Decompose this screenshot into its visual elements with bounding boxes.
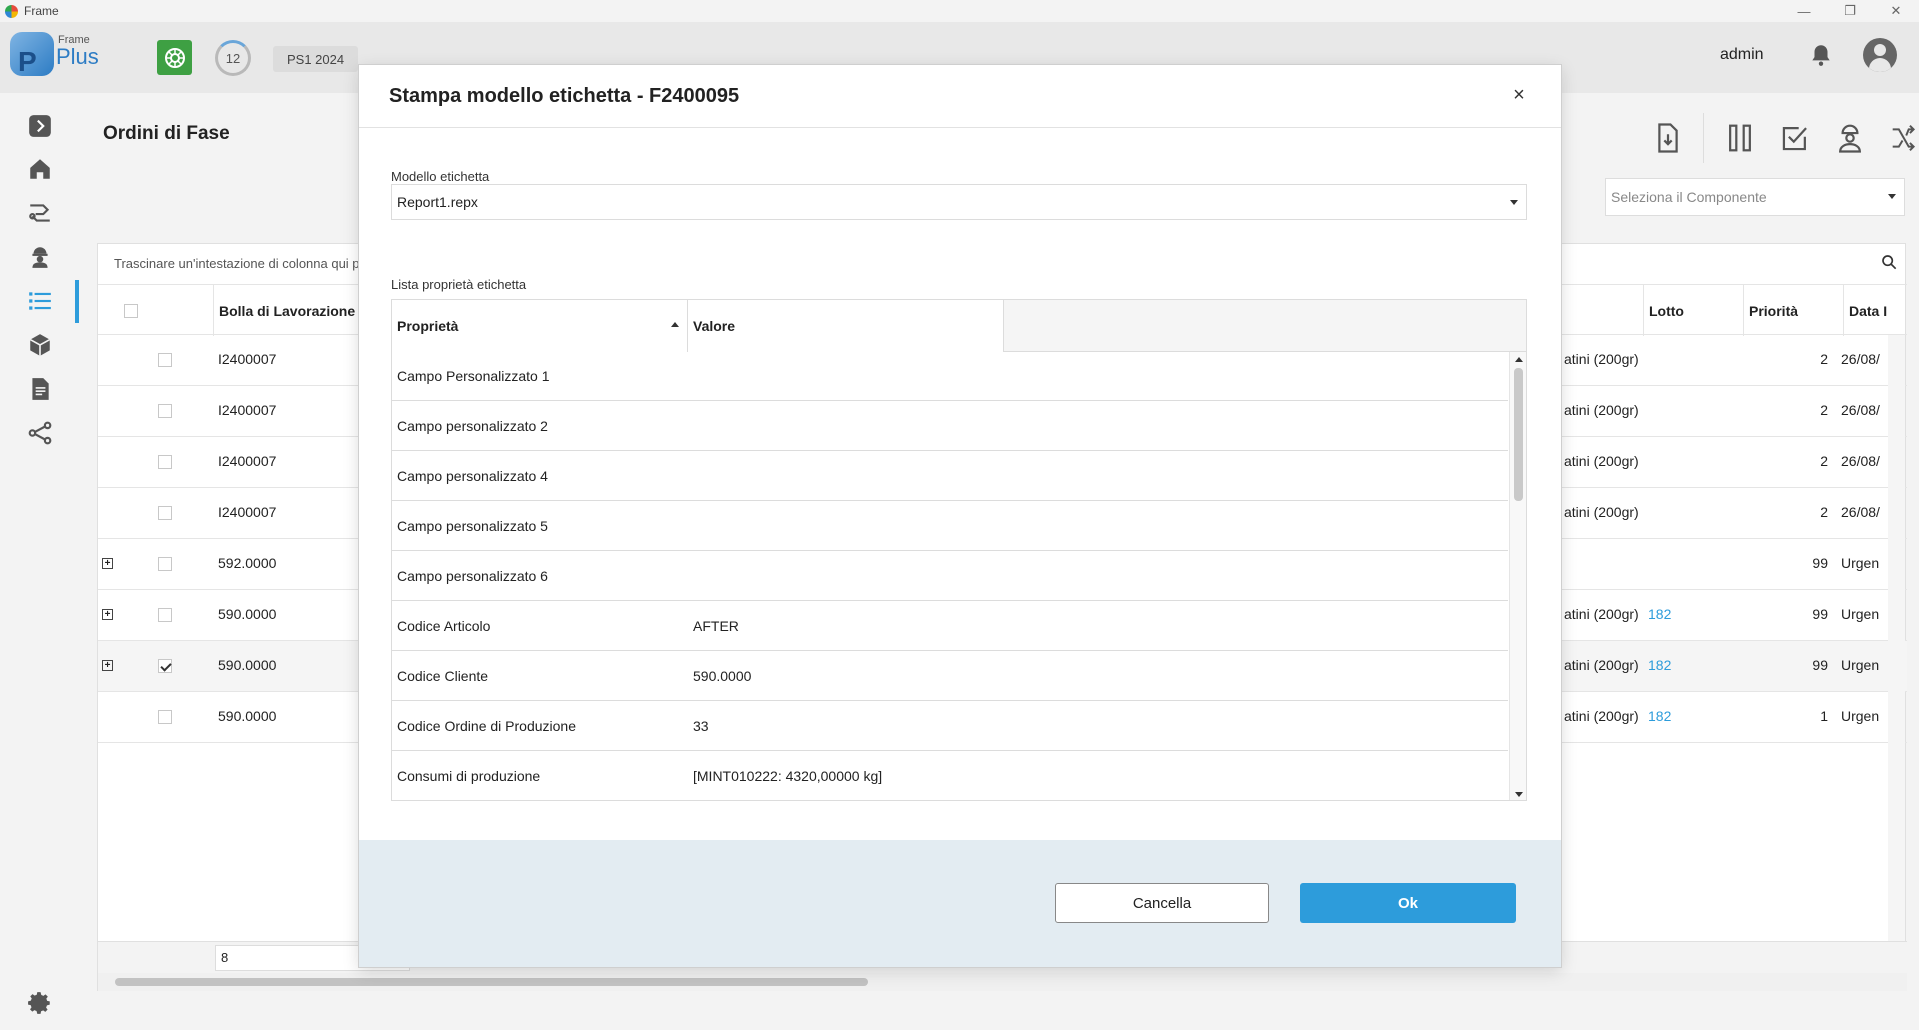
property-name: Codice Ordine di Produzione bbox=[397, 718, 576, 734]
sort-ascending-icon bbox=[671, 322, 679, 327]
property-name: Campo Personalizzato 1 bbox=[397, 368, 550, 384]
scroll-up-icon[interactable] bbox=[1515, 357, 1523, 362]
property-value[interactable]: [MINT010222: 4320,00000 kg] bbox=[693, 768, 882, 784]
property-row[interactable]: Campo Personalizzato 1 bbox=[392, 352, 1508, 401]
property-row[interactable]: Codice Articolo AFTER bbox=[392, 602, 1508, 651]
property-row[interactable]: Codice Cliente 590.0000 bbox=[392, 652, 1508, 701]
close-icon[interactable]: × bbox=[1507, 83, 1531, 107]
properties-scroll-thumb[interactable] bbox=[1514, 368, 1523, 501]
properties-vertical-scrollbar[interactable] bbox=[1509, 352, 1526, 800]
property-value[interactable]: 33 bbox=[693, 718, 709, 734]
property-row[interactable]: Campo personalizzato 2 bbox=[392, 402, 1508, 451]
ok-button[interactable]: Ok bbox=[1300, 883, 1516, 923]
property-row[interactable]: Consumi di produzione [MINT010222: 4320,0… bbox=[392, 752, 1508, 800]
property-row[interactable]: Campo personalizzato 4 bbox=[392, 452, 1508, 501]
dialog-header: Stampa modello etichetta - F2400095 × bbox=[359, 65, 1561, 128]
properties-grid: Proprietà Valore Campo Personalizzato 1C… bbox=[391, 299, 1527, 801]
property-name: Codice Cliente bbox=[397, 668, 489, 684]
chevron-down-icon bbox=[1510, 200, 1518, 205]
property-row[interactable]: Campo personalizzato 5 bbox=[392, 502, 1508, 551]
model-label: Modello etichetta bbox=[391, 169, 490, 184]
property-value[interactable]: AFTER bbox=[693, 618, 739, 634]
property-row[interactable]: Campo personalizzato 6 bbox=[392, 552, 1508, 601]
property-name: Campo personalizzato 5 bbox=[397, 518, 548, 534]
column-header-value[interactable]: Valore bbox=[688, 300, 1004, 352]
property-name: Campo personalizzato 2 bbox=[397, 418, 548, 434]
property-row[interactable]: Codice Ordine di Produzione 33 bbox=[392, 702, 1508, 751]
property-name: Codice Articolo bbox=[397, 618, 491, 634]
dialog-title: Stampa modello etichetta - F2400095 bbox=[389, 85, 740, 107]
model-select[interactable]: Report1.repx bbox=[391, 184, 1527, 220]
property-value[interactable]: 590.0000 bbox=[693, 668, 751, 684]
cancel-button[interactable]: Cancella bbox=[1055, 883, 1269, 923]
column-header-property-label: Proprietà bbox=[397, 318, 459, 334]
property-name: Campo personalizzato 6 bbox=[397, 568, 548, 584]
column-header-property[interactable]: Proprietà bbox=[392, 300, 688, 352]
property-name: Consumi di produzione bbox=[397, 768, 541, 784]
dialog-footer: Cancella Ok bbox=[359, 840, 1561, 967]
model-select-value: Report1.repx bbox=[397, 194, 478, 210]
print-label-dialog: Stampa modello etichetta - F2400095 × Mo… bbox=[359, 65, 1561, 967]
properties-header: Proprietà Valore bbox=[392, 300, 1526, 352]
property-name: Campo personalizzato 4 bbox=[397, 468, 548, 484]
scroll-down-icon[interactable] bbox=[1515, 792, 1523, 797]
properties-rows: Campo Personalizzato 1 Campo personalizza… bbox=[392, 352, 1508, 800]
properties-label: Lista proprietà etichetta bbox=[391, 277, 527, 292]
